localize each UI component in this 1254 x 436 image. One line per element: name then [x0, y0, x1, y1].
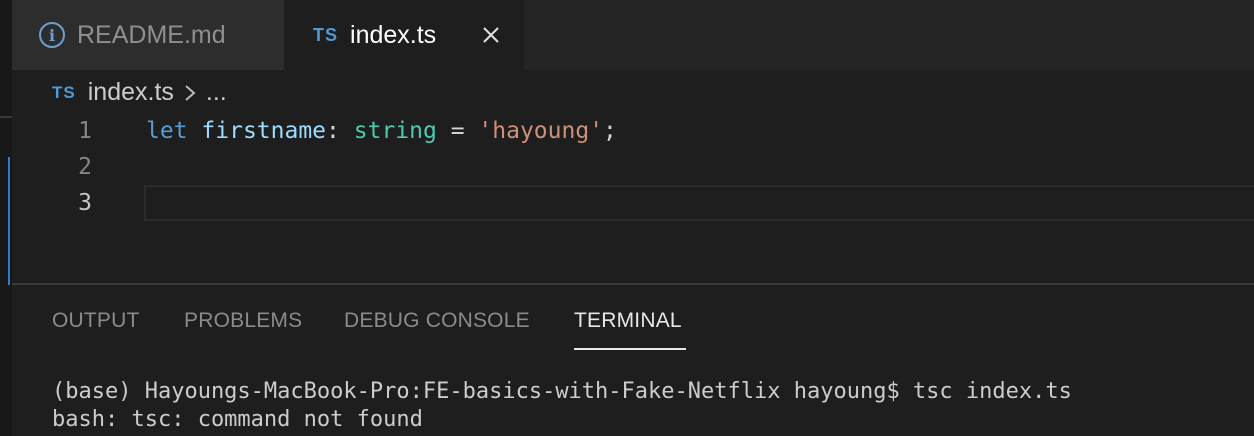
- bottom-panel: OUTPUT PROBLEMS DEBUG CONSOLE TERMINAL (…: [12, 283, 1254, 436]
- tab-terminal[interactable]: TERMINAL: [574, 309, 682, 333]
- info-icon: i: [39, 22, 65, 48]
- string-token: 'hayoung': [478, 118, 604, 144]
- type-token: string: [353, 118, 437, 144]
- tab-readme-label: README.md: [77, 20, 226, 49]
- editor-tab-bar: i README.md TS index.ts: [12, 0, 1254, 70]
- typescript-file-icon: TS: [313, 24, 339, 45]
- semicolon-token: ;: [603, 118, 617, 144]
- code-line-3[interactable]: 3: [12, 185, 1254, 221]
- tab-debug-console[interactable]: DEBUG CONSOLE: [344, 309, 530, 333]
- breadcrumb: TS index.ts ...: [52, 78, 227, 107]
- activity-bar-edge: [0, 0, 12, 436]
- tab-readme[interactable]: i README.md: [12, 0, 284, 70]
- keyword-token: let: [146, 118, 188, 144]
- code-text: let firstname: string = 'hayoung';: [146, 118, 617, 144]
- terminal-line[interactable]: bash: tsc: command not found: [52, 407, 423, 432]
- code-line-1[interactable]: 1 let firstname: string = 'hayoung';: [12, 113, 1254, 149]
- tab-output[interactable]: OUTPUT: [52, 309, 140, 333]
- chevron-right-icon: [185, 84, 196, 101]
- line-number: 1: [78, 118, 92, 144]
- sidebar-selection-indicator: [0, 157, 10, 285]
- equals-token: =: [450, 118, 465, 144]
- active-tab-indicator: [574, 348, 686, 350]
- terminal-line[interactable]: (base) Hayoungs-MacBook-Pro:FE-basics-wi…: [52, 379, 1072, 404]
- code-editor[interactable]: TS index.ts ... 1 let firstname: string …: [12, 70, 1254, 282]
- tab-problems[interactable]: PROBLEMS: [184, 309, 302, 333]
- tab-index-ts-label: index.ts: [350, 20, 437, 49]
- tab-index-ts[interactable]: TS index.ts: [284, 0, 524, 70]
- close-icon[interactable]: [480, 24, 502, 46]
- colon-token: :: [326, 118, 340, 144]
- identifier-token: firstname: [201, 118, 327, 144]
- line-number-current: 3: [78, 190, 92, 216]
- line-number: 2: [78, 154, 92, 180]
- typescript-file-icon: TS: [52, 82, 76, 102]
- breadcrumb-file[interactable]: index.ts: [88, 78, 174, 107]
- breadcrumb-more[interactable]: ...: [206, 78, 227, 107]
- sidebar-separator: [0, 116, 12, 118]
- code-line-2[interactable]: 2: [12, 149, 1254, 185]
